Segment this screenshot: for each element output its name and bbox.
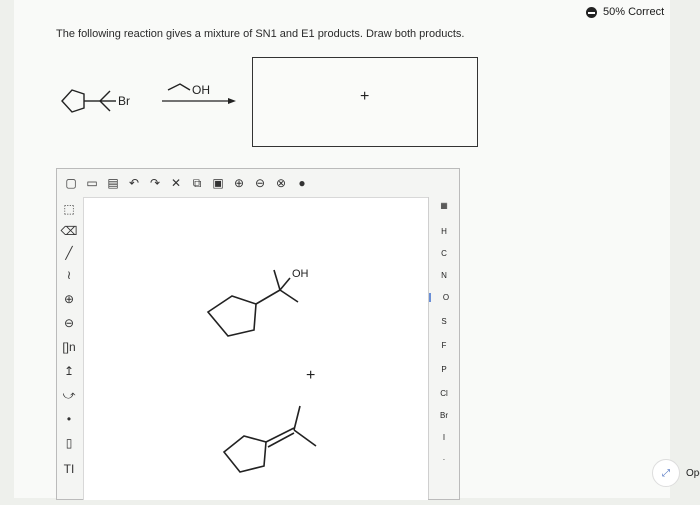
positive-charge-icon[interactable]: ⊕	[61, 291, 77, 307]
element-f[interactable]: F	[429, 341, 459, 350]
negative-charge-icon[interactable]: ⊖	[61, 315, 77, 331]
undo-icon[interactable]: ↶	[126, 175, 142, 191]
left-toolbar: ⬚ ⌫ ╱ ≀ ⊕ ⊖ []n ↥ ⤻ • ▯ TI	[57, 199, 81, 499]
zoom-reset-icon[interactable]: ⊗	[273, 175, 289, 191]
canvas-structures: OH +	[206, 268, 317, 473]
reagent-label: OH	[192, 83, 210, 97]
minus-circle-icon	[586, 6, 597, 18]
answer-box[interactable]: +	[252, 57, 478, 147]
element-palette: ▦ H C N O S F P Cl Br I ·	[428, 197, 459, 499]
structure-editor[interactable]: ▢ ▭ ▤ ↶ ↷ ✕ ⧉ ▣ ⊕ ⊖ ⊗ ● ⬚ ⌫ ╱ ≀ ⊕ ⊖ []n …	[56, 168, 460, 500]
new-icon[interactable]: ▢	[63, 175, 79, 191]
product-oh-label: OH	[292, 268, 309, 280]
sn1-product: OH	[206, 268, 309, 337]
element-cl[interactable]: Cl	[429, 389, 459, 398]
reaction-scheme: Br OH	[61, 83, 236, 113]
redo-icon[interactable]: ↷	[147, 175, 163, 191]
leaving-group-label: Br	[118, 94, 130, 108]
question-text: The following reaction gives a mixture o…	[56, 28, 465, 40]
zoom-out-icon[interactable]: ⊖	[252, 175, 268, 191]
text-tool-icon[interactable]: TI	[61, 461, 77, 477]
cyclopentane-ring	[61, 89, 85, 113]
e1-product	[222, 405, 317, 473]
select-icon[interactable]: ⬚	[61, 201, 77, 217]
score-label: 50% Correct	[603, 6, 665, 18]
drawing-canvas[interactable]: OH +	[83, 197, 428, 500]
editor-toolbar: ▢ ▭ ▤ ↶ ↷ ✕ ⧉ ▣ ⊕ ⊖ ⊗ ●	[57, 169, 457, 197]
answer-plus-sign: +	[360, 88, 370, 105]
arrow-tool-icon[interactable]: ↥	[61, 363, 77, 379]
score-indicator: 50% Correct	[586, 6, 664, 18]
info-icon[interactable]: ●	[294, 175, 310, 191]
paste-icon[interactable]: ▣	[210, 175, 226, 191]
chain-icon[interactable]: ≀	[61, 267, 77, 283]
element-s[interactable]: S	[429, 317, 459, 326]
save-icon[interactable]: ▤	[105, 175, 121, 191]
element-c[interactable]: C	[429, 249, 459, 258]
zoom-in-icon[interactable]: ⊕	[231, 175, 247, 191]
shape-icon[interactable]: ▯	[61, 435, 77, 451]
element-i[interactable]: I	[429, 433, 459, 442]
element-n[interactable]: N	[429, 271, 459, 280]
element-dot[interactable]: ·	[429, 455, 459, 464]
single-bond-icon[interactable]: ╱	[61, 245, 77, 261]
periodic-table-icon[interactable]: ▦	[429, 201, 459, 210]
copy-icon[interactable]: ⧉	[189, 175, 205, 191]
expand-icon: ⤢	[652, 459, 680, 487]
bracket-icon[interactable]: []n	[61, 339, 77, 355]
cut-icon[interactable]: ✕	[168, 175, 184, 191]
canvas-plus-sign: +	[306, 367, 315, 384]
open-button[interactable]: ⤢ Open	[652, 459, 700, 487]
element-p[interactable]: P	[429, 365, 459, 374]
radical-icon[interactable]: •	[61, 411, 77, 427]
open-label: Open	[686, 467, 700, 479]
element-h[interactable]: H	[429, 227, 459, 236]
element-o[interactable]: O	[429, 293, 461, 302]
open-icon[interactable]: ▭	[84, 175, 100, 191]
element-br[interactable]: Br	[429, 411, 459, 420]
curved-arrow-icon[interactable]: ⤻	[61, 387, 77, 403]
eraser-icon[interactable]: ⌫	[61, 223, 78, 239]
